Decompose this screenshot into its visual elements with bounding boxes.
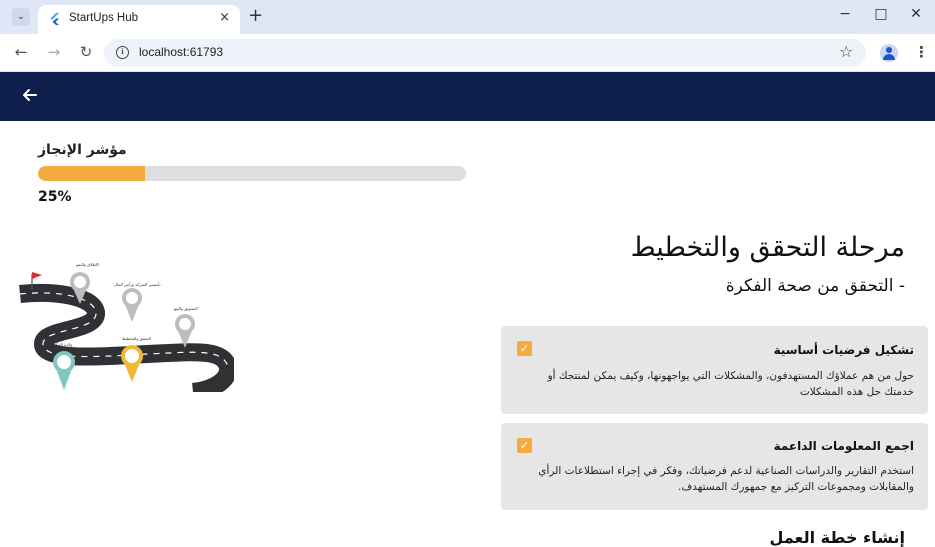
task-title: اجمع المعلومات الداعمة	[773, 439, 914, 453]
roadmap-illustration: الإطلاق والنمو تأسيس الشركة ورأس المال ا…	[18, 262, 234, 392]
progress-value: 25%	[38, 189, 72, 205]
progress-label: مؤشر الإنجاز	[38, 142, 127, 158]
road-label: التسويق والبيع	[174, 306, 198, 311]
minimize-button[interactable]: −	[835, 6, 855, 22]
task-title: تشكيل فرضيات أساسية	[773, 343, 914, 357]
tab-title: StartUps Hub	[69, 12, 139, 24]
checkbox-checked-icon[interactable]: ✓	[517, 438, 532, 453]
progress-bar	[38, 166, 466, 181]
maximize-button[interactable]: □	[871, 6, 891, 22]
task-description: استخدم التقارير والدراسات الصناعية لدعم …	[538, 465, 914, 493]
road-label: الإطلاق والنمو	[75, 262, 99, 268]
browser-menu-icon[interactable]: ⋮	[914, 43, 929, 61]
next-section-heading: إنشاء خطة العمل	[769, 528, 905, 547]
bookmark-star-icon[interactable]: ☆	[839, 42, 853, 61]
url-text: localhost:61793	[139, 45, 224, 59]
browser-tab-strip: ⌄ StartUps Hub × + − □ ✕	[0, 0, 935, 34]
reload-icon[interactable]: ↻	[77, 43, 95, 61]
progress-fill	[38, 166, 145, 181]
address-bar[interactable]: i localhost:61793	[104, 39, 866, 67]
task-card[interactable]: ✓ تشكيل فرضيات أساسية حول من هم عملاؤك ا…	[501, 326, 928, 414]
checkbox-checked-icon[interactable]: ✓	[517, 341, 532, 356]
close-window-button[interactable]: ✕	[906, 6, 926, 22]
tab-search-chevron-icon[interactable]: ⌄	[12, 8, 30, 26]
stage-subtitle: - التحقق من صحة الفكرة	[725, 276, 905, 296]
profile-avatar-icon[interactable]	[880, 44, 898, 62]
app-bar	[0, 72, 935, 121]
browser-toolbar: ← → ↻ i localhost:61793 ☆ ⋮	[0, 34, 935, 72]
new-tab-button[interactable]: +	[248, 5, 263, 26]
back-nav-icon[interactable]: ←	[12, 43, 30, 61]
road-label: التحقق والتخطيط	[122, 336, 151, 341]
tab-close-icon[interactable]: ×	[219, 10, 230, 25]
task-card[interactable]: ✓ اجمع المعلومات الداعمة استخدم التقارير…	[501, 423, 928, 510]
task-description: حول من هم عملاؤك المستهدفون، والمشكلات ا…	[547, 370, 914, 398]
map-pin-icon	[122, 288, 142, 322]
forward-nav-icon[interactable]: →	[45, 43, 63, 61]
site-info-icon[interactable]: i	[116, 46, 129, 59]
browser-tab[interactable]: StartUps Hub ×	[38, 5, 240, 34]
map-pin-icon	[175, 314, 195, 348]
stage-title: مرحلة التحقق والتخطيط	[630, 232, 905, 263]
road-label: تأسيس الشركة ورأس المال	[114, 281, 161, 287]
back-arrow-icon[interactable]	[20, 85, 40, 105]
flutter-icon	[50, 13, 59, 25]
road-label: ولادة الفكرة	[52, 342, 72, 347]
